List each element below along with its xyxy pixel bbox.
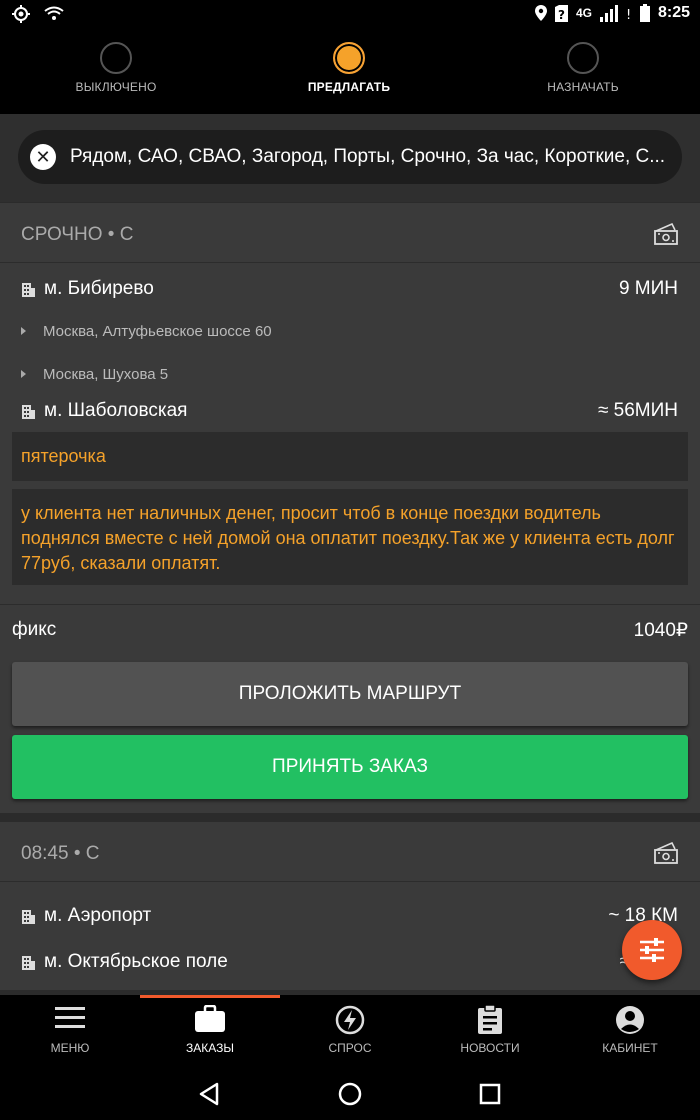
bullet-arrow-icon — [21, 370, 26, 378]
order-title: СРОЧНО • С — [21, 224, 134, 245]
sim-unknown-icon: ? — [554, 4, 568, 22]
order-card[interactable]: 08:45 • С м. Аэропорт ~ 18 КМ м. Октябрь… — [0, 822, 700, 990]
network-type: 4G — [575, 6, 592, 20]
briefcase-icon — [195, 1005, 225, 1032]
mode-label: ПРЕДЛАГАТЬ — [307, 80, 391, 94]
back-icon[interactable] — [197, 1081, 223, 1107]
mode-label: НАЗНАЧАТЬ — [547, 80, 619, 94]
address-text: Москва, Шухова 5 — [43, 366, 169, 383]
tab-label: НОВОСТИ — [460, 1041, 520, 1055]
trip-duration: ≈ 56МИН — [597, 400, 678, 421]
address-row: Москва, Шухова 5 — [0, 366, 700, 390]
price-type: фикс — [12, 619, 57, 640]
filter-area: ✕ Рядом, САО, СВАО, Загород, Порты, Сроч… — [0, 114, 700, 202]
signal-icon — [599, 4, 618, 22]
tab-label: ЗАКАЗЫ — [186, 1041, 234, 1055]
order-header: СРОЧНО • С — [0, 203, 700, 263]
bottom-tab-bar: МЕНЮ ЗАКАЗЫ СПРОС НОВОСТИ КАБИНЕТ — [0, 995, 700, 1067]
signal-empty-icon: ! — [626, 8, 631, 22]
building-icon — [22, 956, 35, 970]
tab-label: КАБИНЕТ — [602, 1041, 658, 1055]
order-header: 08:45 • С — [0, 822, 700, 882]
clipboard-icon — [478, 1005, 502, 1034]
location-target-icon — [12, 5, 30, 23]
building-icon — [22, 405, 35, 419]
mode-radio-selected-icon — [333, 42, 365, 74]
tab-label: МЕНЮ — [50, 1041, 90, 1055]
account-icon — [616, 1006, 644, 1034]
destination-metro: м. Шаболовская — [44, 400, 188, 421]
recents-icon[interactable] — [477, 1081, 503, 1107]
mode-off[interactable]: ВЫКЛЮЧЕНО — [36, 42, 196, 94]
building-icon — [22, 283, 35, 297]
menu-icon — [55, 1007, 85, 1028]
tab-account[interactable]: КАБИНЕТ — [560, 995, 700, 1067]
price-value: 1040₽ — [633, 620, 688, 641]
mode-assign[interactable]: НАЗНАЧАТЬ — [503, 42, 663, 94]
mode-radio-icon — [567, 42, 599, 74]
destination-row: м. Шаболовская ≈ 56МИН — [0, 397, 700, 427]
pickup-metro: м. Аэропорт — [44, 905, 152, 926]
pickup-eta: 9 МИН — [618, 278, 678, 299]
filter-chip[interactable]: ✕ Рядом, САО, СВАО, Загород, Порты, Сроч… — [18, 130, 682, 184]
mode-selector: ВЫКЛЮЧЕНО ПРЕДЛАГАТЬ НАЗНАЧАТЬ — [0, 30, 700, 114]
pickup-row: м. Бибирево 9 МИН — [0, 275, 700, 305]
filter-settings-button[interactable] — [622, 920, 682, 980]
clear-filter-icon[interactable]: ✕ — [30, 144, 56, 170]
mode-offer[interactable]: ПРЕДЛАГАТЬ — [269, 42, 429, 94]
home-icon[interactable] — [337, 1081, 363, 1107]
sliders-icon — [640, 938, 664, 962]
tab-news[interactable]: НОВОСТИ — [420, 995, 560, 1067]
divider — [0, 604, 700, 605]
svg-text:?: ? — [558, 8, 565, 22]
address-text: Москва, Алтуфьевское шоссе 60 — [43, 323, 272, 340]
filter-text: Рядом, САО, СВАО, Загород, Порты, Срочно… — [70, 146, 666, 167]
tab-orders[interactable]: ЗАКАЗЫ — [140, 995, 280, 1067]
destination-row: м. Октябрьское поле ≈ — [0, 948, 700, 978]
svg-text:!: ! — [626, 8, 631, 22]
wifi-question-icon — [44, 6, 64, 20]
cash-payment-icon — [654, 223, 678, 245]
mode-radio-icon — [100, 42, 132, 74]
address-row: Москва, Алтуфьевское шоссе 60 — [0, 323, 700, 347]
tab-label: СПРОС — [328, 1041, 372, 1055]
order-comment-long: у клиента нет наличных денег, просит что… — [12, 489, 688, 585]
battery-icon — [639, 4, 650, 22]
pickup-row: м. Аэропорт ~ 18 КМ — [0, 902, 700, 932]
build-route-button[interactable]: ПРОЛОЖИТЬ МАРШРУТ — [12, 662, 688, 726]
order-comment-short: пятерочка — [12, 432, 688, 481]
order-title: 08:45 • С — [21, 843, 100, 864]
accept-order-button[interactable]: ПРИНЯТЬ ЗАКАЗ — [12, 735, 688, 799]
tab-demand[interactable]: СПРОС — [280, 995, 420, 1067]
location-pin-icon — [534, 5, 547, 21]
order-card[interactable]: СРОЧНО • С м. Бибирево 9 МИН Москва, Алт… — [0, 203, 700, 813]
mode-label: ВЫКЛЮЧЕНО — [75, 80, 157, 94]
tab-menu[interactable]: МЕНЮ — [0, 995, 140, 1067]
building-icon — [22, 910, 35, 924]
lightning-icon — [335, 1005, 365, 1035]
cash-payment-icon — [654, 842, 678, 864]
system-nav-bar — [0, 1067, 700, 1120]
pickup-metro: м. Бибирево — [44, 278, 154, 299]
destination-metro: м. Октябрьское поле — [44, 951, 228, 972]
status-bar: ? 4G ! 8:25 — [0, 0, 700, 30]
bullet-arrow-icon — [21, 327, 26, 335]
clock: 8:25 — [657, 4, 690, 21]
price-row: фикс 1040₽ — [0, 619, 700, 649]
